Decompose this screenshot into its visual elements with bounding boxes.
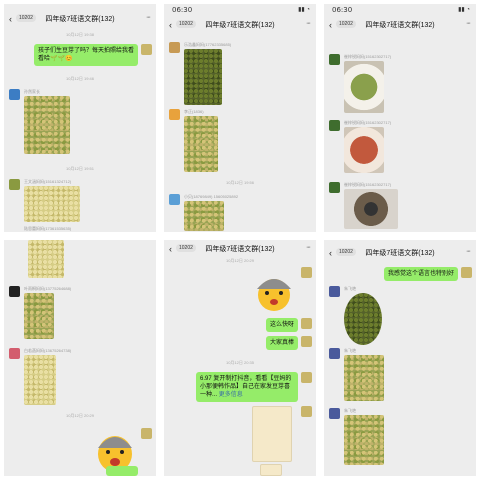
sender-name: 王文涵妈妈(15161324712): [24, 179, 72, 184]
image-message[interactable]: [184, 49, 222, 105]
message-bubble[interactable]: 我感觉这个语言也特别好: [383, 267, 458, 281]
avatar[interactable]: [9, 89, 20, 100]
message-bubble[interactable]: 大家真棒: [265, 336, 298, 350]
timestamp: 10月12日 19:56: [225, 180, 255, 185]
more-icon[interactable]: ···: [466, 248, 471, 255]
avatar[interactable]: [169, 194, 180, 205]
sender-name: 朱飞艳: [344, 286, 356, 291]
avatar[interactable]: [301, 372, 312, 383]
sender-name: 崔梓锐妈妈(15162302717): [344, 120, 392, 125]
message-bubble[interactable]: 6.97 复开制打抖音，看看【豆妈的小那便韩作品】自己在家发豆芽喜一种... 更…: [196, 372, 298, 402]
image-message[interactable]: [24, 293, 54, 339]
chat-panel-1: ‹ 10202 四年级7班语文群(132) ··· 10月12日 19:38 孩…: [4, 4, 156, 232]
image-message[interactable]: [24, 96, 70, 154]
sticker-mascot[interactable]: [252, 267, 296, 313]
image-message[interactable]: [344, 355, 384, 401]
sender-name: 朱飞艳: [344, 408, 356, 413]
message-text: 6.97 复开制打抖音，看看【豆妈的小那便韩作品】自己在家发豆芽喜一种...: [200, 376, 292, 398]
sender-name: 孙然家长: [24, 89, 40, 94]
message-bubble[interactable]: 这么快呀: [265, 318, 298, 332]
image-message[interactable]: [184, 201, 224, 231]
more-icon[interactable]: ···: [306, 20, 311, 27]
sender-name: 崔梓锐妈妈(15162302717): [344, 54, 392, 59]
avatar[interactable]: [169, 109, 180, 120]
avatar[interactable]: [301, 406, 312, 417]
avatar[interactable]: [301, 267, 312, 278]
chat-header: ‹ 10202 四年级7班语文群(132) ···: [164, 244, 316, 258]
status-icons: ▮▮ ◔: [458, 7, 470, 13]
image-message[interactable]: [28, 240, 64, 278]
status-time: 06:30: [332, 6, 353, 14]
avatar[interactable]: [329, 182, 340, 193]
avatar[interactable]: [9, 348, 20, 359]
chat-title: 四年级7班语文群(132): [365, 250, 435, 257]
avatar[interactable]: [141, 428, 152, 439]
chat-title: 四年级7班语文群(132): [365, 22, 435, 29]
image-message[interactable]: [344, 415, 384, 465]
more-icon[interactable]: ···: [306, 244, 311, 251]
avatar[interactable]: [329, 120, 340, 131]
avatar[interactable]: [461, 267, 472, 278]
timestamp: 10月12日 19:46: [65, 76, 95, 81]
avatar[interactable]: [329, 408, 340, 419]
timestamp: 10月12日 19:51: [65, 166, 95, 171]
more-icon[interactable]: ···: [146, 14, 151, 21]
more-link[interactable]: 更多信息: [219, 392, 243, 398]
image-message[interactable]: [344, 127, 384, 173]
timestamp: 10月12日 20:29: [225, 258, 255, 263]
chat-header: ‹ 10202 四年级7班语文群(132) ···: [4, 14, 156, 28]
chat-title: 四年级7班语文群(132): [45, 16, 115, 23]
image-message[interactable]: [184, 116, 218, 172]
image-message[interactable]: [344, 189, 398, 229]
chat-panel-6: ‹ 10202 四年级7班语文群(132) ··· 我感觉这个语言也特别好 朱飞…: [324, 240, 476, 476]
status-time: 06:30: [172, 6, 193, 14]
timestamp: 10月12日 20:35: [225, 360, 255, 365]
sender-name: 小贝(18769849) 15605025892: [184, 194, 239, 199]
chat-header: ‹ 10202 四年级7班语文群(132) ···: [164, 20, 316, 34]
sender-name: 陆思蕾妈妈(17361535635): [24, 226, 72, 231]
more-icon[interactable]: ···: [466, 20, 471, 27]
chat-title: 四年级7班语文群(132): [205, 22, 275, 29]
chat-panel-4: 叶雨桐妈妈(13775264688) 白若菡妈妈(13675264738) 10…: [4, 240, 156, 476]
status-icons: ▮▮ ◔: [298, 7, 310, 13]
avatar[interactable]: [329, 348, 340, 359]
sender-name: 李正(1836): [184, 109, 204, 114]
sender-name: 叶雨桐妈妈(13775264688): [24, 286, 72, 291]
chat-header: ‹ 10202 四年级7班语文群(132) ···: [324, 248, 476, 262]
timestamp: 10月12日 20:29: [65, 413, 95, 418]
image-message[interactable]: [260, 464, 282, 476]
avatar[interactable]: [9, 286, 20, 297]
avatar[interactable]: [9, 179, 20, 190]
sender-name: 朱飞艳: [344, 348, 356, 353]
chat-panel-2: 06:30 ▮▮ ◔ ‹ 10202 四年级7班语文群(132) ··· 乐浩鑫…: [164, 4, 316, 232]
avatar[interactable]: [301, 336, 312, 347]
image-message[interactable]: [344, 61, 384, 113]
image-message[interactable]: [24, 355, 56, 405]
sender-name: 乐浩鑫妈妈(17762335685): [184, 42, 232, 47]
avatar[interactable]: [169, 42, 180, 53]
avatar[interactable]: [301, 318, 312, 329]
message-bubble[interactable]: 孩子们生豆芽了吗？每天拍照给我看看哈🌱🌱😊: [34, 44, 138, 66]
chat-panel-3: 06:30 ▮▮ ◔ ‹ 10202 四年级7班语文群(132) ··· 崔梓锐…: [324, 4, 476, 232]
chat-title: 四年级7班语文群(132): [205, 246, 275, 253]
avatar[interactable]: [141, 44, 152, 55]
image-message[interactable]: [252, 406, 292, 462]
avatar[interactable]: [329, 54, 340, 65]
sender-name: 白若菡妈妈(13675264738): [24, 348, 72, 353]
chat-panel-5: ‹ 10202 四年级7班语文群(132) ··· 10月12日 20:29 这…: [164, 240, 316, 476]
avatar[interactable]: [329, 286, 340, 297]
message-bubble[interactable]: [106, 466, 138, 476]
timestamp: 10月12日 19:38: [65, 32, 95, 37]
image-message[interactable]: [24, 186, 80, 222]
sender-name: 崔梓锐妈妈(15162302717): [344, 182, 392, 187]
image-message[interactable]: [344, 293, 382, 345]
chat-header: ‹ 10202 四年级7班语文群(132) ···: [324, 20, 476, 34]
